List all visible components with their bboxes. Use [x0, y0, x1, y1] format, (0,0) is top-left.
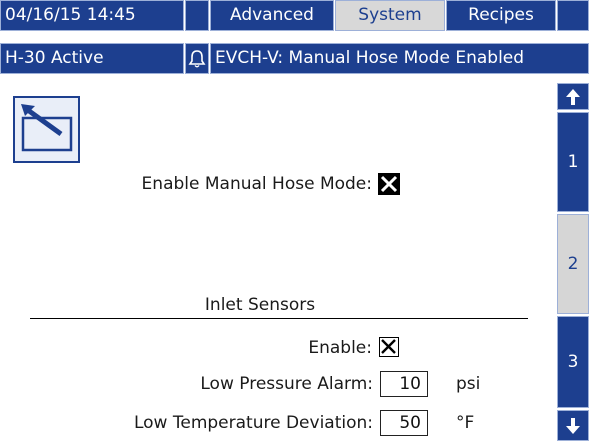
arrow-up-icon [566, 88, 580, 105]
low-pressure-unit: psi [456, 374, 481, 394]
active-alarm-message: EVCH-V: Manual Hose Mode Enabled [210, 43, 589, 74]
inlet-enable-label: Enable: [308, 338, 372, 358]
tab-recipes[interactable]: Recipes [446, 0, 556, 31]
low-pressure-alarm-field[interactable]: 10 [380, 371, 428, 397]
header-spacer-right [557, 0, 589, 31]
scroll-up-button[interactable] [557, 83, 589, 110]
inlet-enable-checkbox[interactable] [379, 337, 399, 357]
page-button-3[interactable]: 3 [557, 316, 589, 408]
page-button-1[interactable]: 1 [557, 112, 589, 212]
tab-advanced[interactable]: Advanced [210, 0, 334, 31]
low-temperature-deviation-label: Low Temperature Deviation: [133, 413, 373, 433]
system-status: H-30 Active [0, 43, 184, 74]
section-divider [30, 318, 528, 319]
inlet-sensors-heading: Inlet Sensors [204, 295, 316, 315]
page-button-2[interactable]: 2 [557, 214, 589, 314]
header-spacer-left [185, 0, 209, 31]
low-pressure-alarm-label: Low Pressure Alarm: [200, 374, 373, 394]
manual-hose-mode-checkbox[interactable] [378, 173, 400, 195]
tab-system[interactable]: System [335, 0, 445, 31]
low-temperature-unit: °F [456, 413, 475, 433]
low-temperature-deviation-field[interactable]: 50 [380, 410, 428, 436]
alarm-bell-box [185, 43, 209, 74]
scroll-down-button[interactable] [557, 410, 589, 441]
checkbox-checked-icon [381, 339, 396, 354]
manual-hose-mode-label: Enable Manual Hose Mode: [141, 174, 372, 194]
exit-screen-icon [21, 104, 73, 152]
datetime-display: 04/16/15 14:45 [0, 0, 184, 31]
arrow-down-icon [566, 417, 580, 434]
bell-icon [188, 50, 206, 68]
exit-screen-button[interactable] [13, 96, 80, 163]
checkbox-checked-icon [380, 175, 398, 193]
